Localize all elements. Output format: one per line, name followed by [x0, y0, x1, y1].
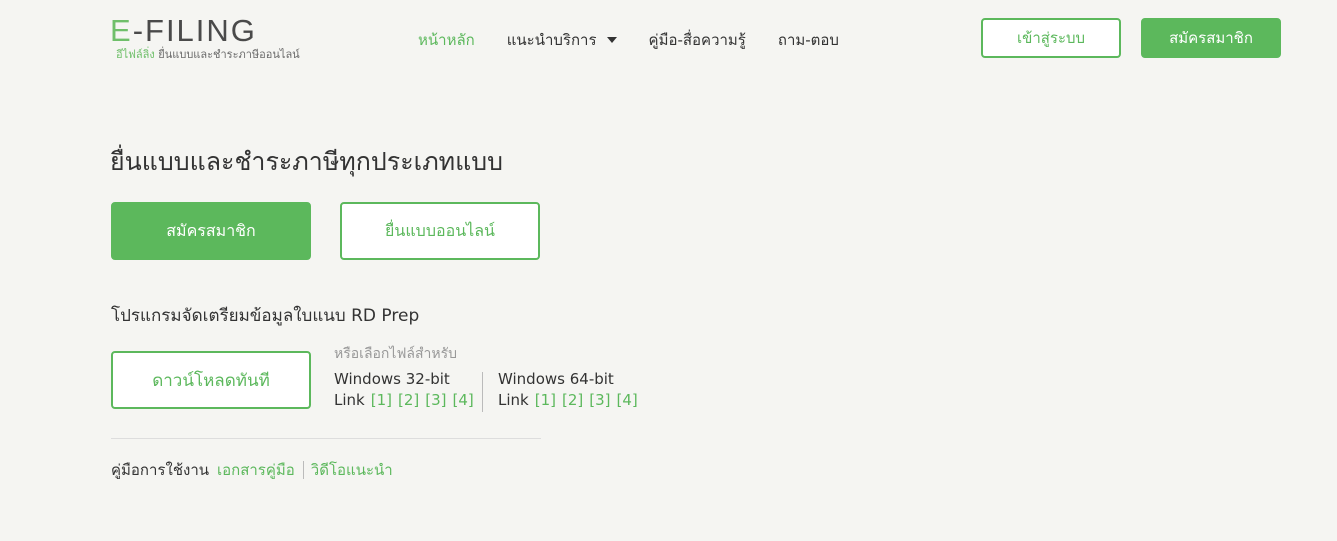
file-online-button[interactable]: ยื่นแบบออนไลน์ [340, 202, 540, 260]
e-filing-logo[interactable]: E-FILING อีไฟล์ลิ่ง ยื่นแบบและชำระภาษีออ… [110, 14, 300, 62]
nav-item-label: หน้าหลัก [418, 31, 475, 49]
divider [302, 461, 304, 479]
win32-link-2[interactable]: [2] [398, 391, 419, 409]
login-button[interactable]: เข้าสู่ระบบ [981, 18, 1121, 58]
page-title: ยื่นแบบและชำระภาษีทุกประเภทแบบ [110, 147, 504, 176]
nav-item-faq[interactable]: ถาม-ตอบ [778, 28, 839, 52]
nav-item-label: คู่มือ-สื่อความรู้ [648, 31, 746, 49]
nav-item-label: แนะนำบริการ [506, 31, 597, 49]
nav-item-guides[interactable]: คู่มือ-สื่อความรู้ [649, 28, 746, 52]
horizontal-divider [111, 438, 541, 439]
nav-item-services[interactable]: แนะนำบริการ [507, 28, 617, 52]
main-nav: หน้าหลัก แนะนำบริการ คู่มือ-สื่อความรู้ … [418, 28, 871, 52]
rd-prep-heading: โปรแกรมจัดเตรียมข้อมูลใบแนบ RD Prep [111, 306, 420, 326]
logo-wordmark: E-FILING [110, 14, 300, 48]
windows-32-downloads: Windows 32-bit Link [1] [2] [3] [4] [334, 370, 474, 409]
logo-subtitle-green: อีไฟล์ลิ่ง [116, 48, 155, 61]
windows-64-downloads: Windows 64-bit Link [1] [2] [3] [4] [498, 370, 638, 409]
win32-link-4[interactable]: [4] [452, 391, 473, 409]
windows-32-links: Link [1] [2] [3] [4] [334, 391, 474, 409]
nav-item-home[interactable]: หน้าหลัก [418, 28, 475, 52]
link-label: Link [498, 391, 529, 409]
manual-video-link[interactable]: วิดีโอแนะนำ [311, 458, 393, 482]
win32-link-1[interactable]: [1] [371, 391, 392, 409]
windows-64-links: Link [1] [2] [3] [4] [498, 391, 638, 409]
link-label: Link [334, 391, 365, 409]
manual-document-link[interactable]: เอกสารคู่มือ [217, 458, 295, 482]
logo-filing: -FILING [132, 13, 257, 48]
win64-link-4[interactable]: [4] [616, 391, 637, 409]
nav-item-label: ถาม-ตอบ [777, 31, 839, 49]
logo-subtitle-text: ยื่นแบบและชำระภาษีออนไลน์ [158, 48, 300, 61]
chevron-down-icon [606, 37, 617, 43]
windows-64-label: Windows 64-bit [498, 370, 614, 388]
divider [482, 372, 483, 412]
win64-link-1[interactable]: [1] [535, 391, 556, 409]
windows-32-label: Windows 32-bit [334, 370, 450, 388]
header: E-FILING อีไฟล์ลิ่ง ยื่นแบบและชำระภาษีออ… [0, 0, 1337, 80]
manual-links: คู่มือการใช้งาน เอกสารคู่มือ วิดีโอแนะนำ [111, 458, 393, 482]
manual-label: คู่มือการใช้งาน [111, 461, 209, 479]
win32-link-3[interactable]: [3] [425, 391, 446, 409]
win64-link-2[interactable]: [2] [562, 391, 583, 409]
choose-file-label: หรือเลือกไฟล์สำหรับ [334, 346, 457, 362]
signup-button[interactable]: สมัครสมาชิก [111, 202, 311, 260]
logo-e: E [110, 13, 133, 48]
download-now-button[interactable]: ดาวน์โหลดทันที [111, 351, 311, 409]
header-signup-button[interactable]: สมัครสมาชิก [1141, 18, 1281, 58]
win64-link-3[interactable]: [3] [589, 391, 610, 409]
logo-subtitle: อีไฟล์ลิ่ง ยื่นแบบและชำระภาษีออนไลน์ [116, 48, 300, 62]
